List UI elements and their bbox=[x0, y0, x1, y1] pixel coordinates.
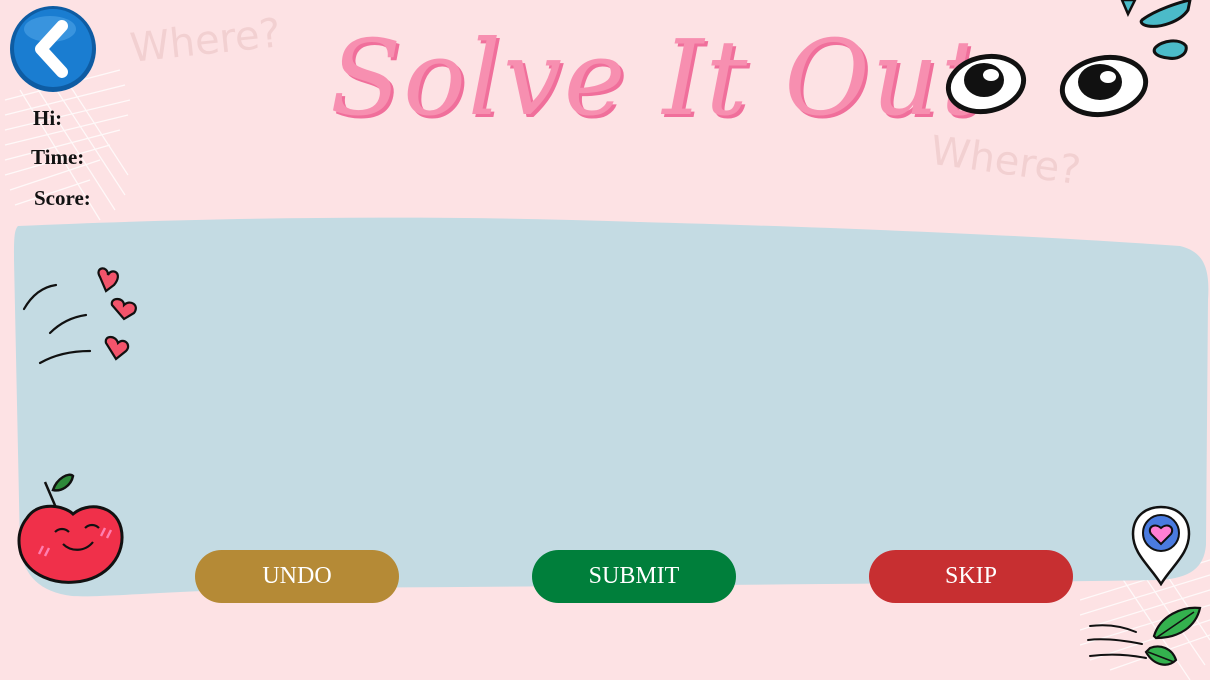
page-title: Solve It Out bbox=[330, 17, 985, 139]
skip-button[interactable]: SKIP bbox=[869, 550, 1073, 603]
hi-label: Hi: bbox=[33, 106, 63, 130]
apple-icon bbox=[17, 473, 124, 584]
undo-button[interactable]: UNDO bbox=[195, 550, 399, 603]
score-label: Score: bbox=[34, 186, 91, 210]
time-label: Time: bbox=[31, 145, 85, 169]
back-button[interactable] bbox=[8, 4, 98, 94]
hearts-icon bbox=[22, 267, 137, 365]
submit-button[interactable]: SUBMIT bbox=[532, 550, 736, 603]
leaves-icon bbox=[1087, 606, 1202, 666]
back-arrow-icon bbox=[10, 6, 96, 92]
location-pin-heart-icon bbox=[1131, 505, 1191, 586]
water-drops-icon bbox=[1120, 0, 1192, 60]
watermark-where: Where? bbox=[128, 10, 283, 72]
